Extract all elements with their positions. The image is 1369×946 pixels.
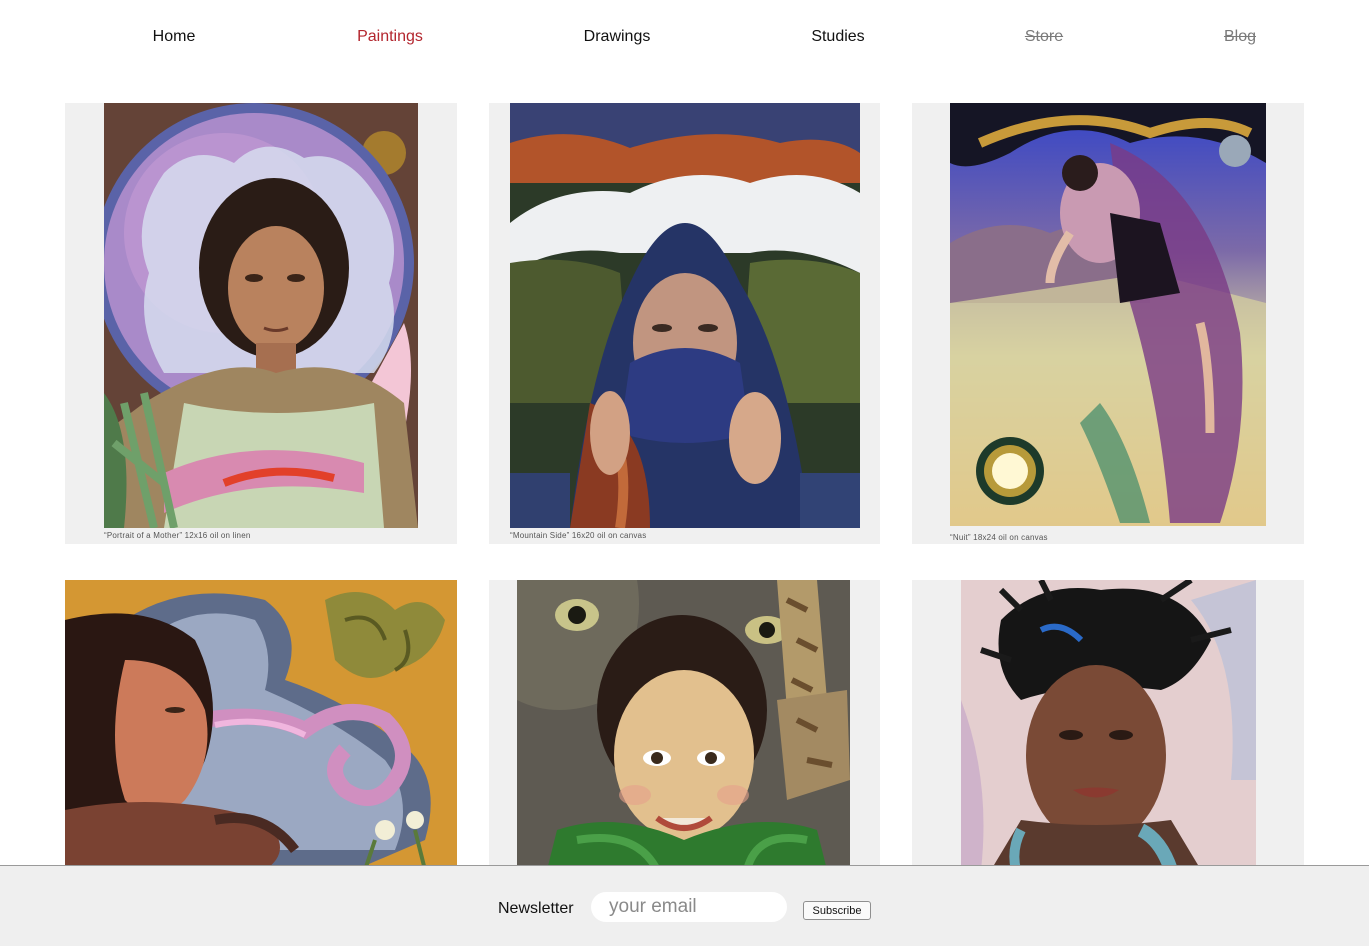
nav-home-link[interactable]: Home (153, 27, 196, 47)
newsletter-label: Newsletter (498, 900, 574, 917)
main-nav: Home Paintings Drawings Studies Store Bl… (0, 0, 1369, 75)
painting-image (961, 580, 1256, 870)
painting-tile-6[interactable] (912, 580, 1304, 870)
painting-image (517, 580, 850, 870)
painting-caption: “Mountain Side” 16x20 oil on canvas (510, 531, 647, 540)
painting-tile-mountain-side[interactable]: “Mountain Side” 16x20 oil on canvas (489, 103, 880, 544)
newsletter-footer: Newsletter Subscribe (0, 865, 1369, 946)
painting-caption: “Portrait of a Mother” 12x16 oil on line… (104, 531, 251, 540)
painting-tile-4[interactable] (65, 580, 457, 870)
subscribe-button[interactable]: Subscribe (803, 901, 871, 920)
painting-image (104, 103, 418, 528)
painting-caption: “Nuit” 18x24 oil on canvas (950, 533, 1048, 542)
painting-image (510, 103, 860, 528)
email-input[interactable] (591, 892, 787, 922)
nav-blog-link[interactable]: Blog (1224, 27, 1256, 47)
painting-tile-portrait-of-a-mother[interactable]: “Portrait of a Mother” 12x16 oil on line… (65, 103, 457, 544)
nav-drawings-link[interactable]: Drawings (584, 27, 651, 47)
nav-store-link[interactable]: Store (1025, 27, 1063, 47)
painting-tile-nuit[interactable]: “Nuit” 18x24 oil on canvas (912, 103, 1304, 544)
painting-tile-5[interactable] (489, 580, 880, 870)
painting-image (65, 580, 457, 870)
painting-image (950, 103, 1266, 526)
nav-paintings-link[interactable]: Paintings (357, 27, 423, 47)
nav-studies-link[interactable]: Studies (811, 27, 864, 47)
